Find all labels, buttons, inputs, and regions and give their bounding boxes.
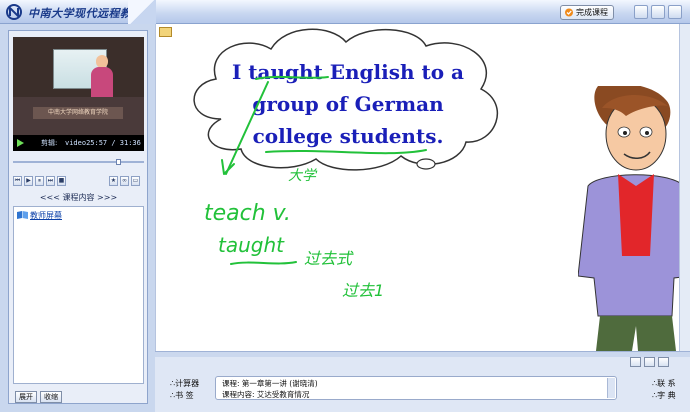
bookmark-link[interactable]: ∴书 签	[170, 390, 194, 401]
star-icon[interactable]: ★	[109, 176, 118, 186]
handwriting-teach: teach v.	[204, 201, 291, 226]
book-icon	[17, 211, 28, 219]
toc-item-label: 教师屏幕	[30, 211, 62, 220]
info-box-scrollbar[interactable]	[607, 378, 615, 398]
skip-back-icon[interactable]: ⏮	[13, 176, 22, 186]
fullscreen-icon[interactable]: ▭	[131, 176, 140, 186]
toc-item-teacher-screen[interactable]: 教师屏幕	[17, 210, 62, 221]
calculator-link[interactable]: ∴计算器	[170, 378, 199, 389]
underline-taught	[255, 75, 329, 80]
finish-course-label: 完成课程	[576, 8, 608, 17]
slide-horizontal-scrollbar[interactable]	[155, 352, 690, 357]
video-status-label: 剪辑:	[41, 139, 58, 147]
contact-link[interactable]: ∴联 系	[652, 378, 676, 389]
video-status-bar: 剪辑: video25:57 / 31:36	[13, 135, 144, 151]
seek-track	[13, 161, 144, 163]
loop-icon[interactable]: ∞	[120, 176, 129, 186]
stop-icon[interactable]: ■	[57, 176, 66, 186]
expand-button[interactable]: 展开	[15, 391, 37, 403]
arrows-icon[interactable]	[658, 357, 669, 367]
title-bar: 中南大学现代远程教育 完成课程	[0, 0, 690, 24]
slide-scrollbar[interactable]	[679, 24, 690, 351]
skip-forward-icon[interactable]: ⏭	[46, 176, 55, 186]
toc-header[interactable]: <<< 课程内容 >>>	[13, 192, 144, 204]
finish-course-button[interactable]: 完成课程	[560, 5, 614, 20]
minimize-button[interactable]	[634, 5, 648, 19]
finish-icon	[565, 8, 573, 17]
bottom-info-bar: ∴计算器 ∴书 签 课程: 第一章第一讲 (谢晓清) 课程内容: 艾达受教育情况…	[155, 351, 690, 412]
course-info-box: 课程: 第一章第一讲 (谢晓清) 课程内容: 艾达受教育情况	[215, 376, 617, 400]
title-tab-corner	[128, 0, 156, 24]
handwriting-taught: taught	[218, 233, 285, 257]
window-icon[interactable]	[630, 357, 641, 367]
handwriting-past-1: 过去1	[342, 281, 384, 300]
handwriting-daxue: 大学	[288, 168, 318, 184]
video-frame-banner: 中南大学网络教育学院	[33, 107, 123, 119]
cartoon-teacher-image	[578, 86, 690, 351]
video-time: video25:57 / 31:36	[65, 139, 141, 147]
underline-taught-handwritten	[230, 261, 297, 265]
seek-knob[interactable]	[116, 159, 121, 165]
collapse-button[interactable]: 收缩	[40, 391, 62, 403]
video-player[interactable]: 中南大学网络教育学院 剪辑: video25:57 / 31:36	[13, 37, 144, 151]
stepper-icon[interactable]	[644, 357, 655, 367]
handwriting-past-tense: 过去式	[304, 249, 354, 268]
left-panel: 中南大学网络教育学院 剪辑: video25:57 / 31:36 ⏮ ▶ ⏸ …	[8, 30, 148, 404]
content-line: 课程内容: 艾达受教育情况	[222, 390, 310, 399]
school-logo-icon	[6, 4, 22, 20]
pause-icon[interactable]: ⏸	[35, 176, 44, 186]
play-icon[interactable]	[17, 139, 24, 147]
close-button[interactable]	[668, 5, 682, 19]
video-seek-bar[interactable]	[13, 159, 144, 165]
restore-button[interactable]	[651, 5, 665, 19]
course-line: 课程: 第一章第一讲 (谢晓清)	[222, 379, 318, 388]
play-button-icon[interactable]: ▶	[24, 176, 33, 186]
slide-area: I taught English to a group of German co…	[155, 24, 690, 351]
toc-list: 教师屏幕	[13, 206, 144, 384]
dictionary-link[interactable]: ∴字 典	[652, 390, 676, 401]
player-controls: ⏮ ▶ ⏸ ⏭ ■ ★ ∞ ▭	[13, 176, 144, 188]
underline-college-students	[265, 149, 427, 155]
app-logo-text: 中南大学现代远程教育	[28, 7, 143, 20]
arrow-taught	[225, 81, 269, 175]
